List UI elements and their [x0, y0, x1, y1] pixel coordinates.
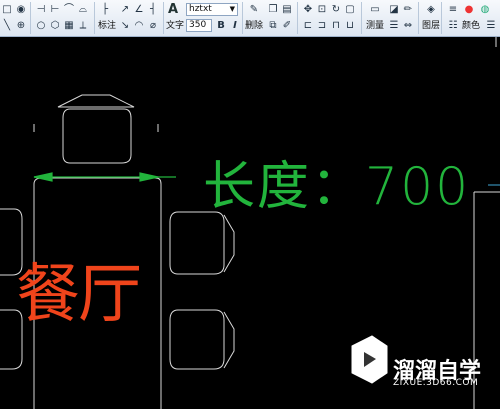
paste-icon[interactable]: ▤	[280, 3, 294, 16]
view-icon[interactable]: ◉	[14, 3, 28, 16]
ribbon-toolbar: □ ◉ ╲ ⊕ ⊣ ⊢ ⌒ ⌓ ○ ⬡ ▦ ⟂ ├ ↗ ∠ ┤ 标注 ↘ ◠ ⌀…	[0, 0, 500, 37]
chair-right-top	[169, 211, 225, 275]
watermark-url: ZIXUE.3D66.COM	[393, 378, 479, 388]
rectangle-tool-icon[interactable]: □	[0, 3, 14, 16]
text-size-value: 350	[189, 20, 207, 30]
dim-angular-icon[interactable]: ∠	[132, 3, 146, 16]
pencil-icon[interactable]: ✏	[401, 3, 415, 16]
fillet-icon[interactable]: ⌓	[76, 3, 90, 16]
extend-icon[interactable]: ⊢	[48, 3, 62, 16]
erase-icon[interactable]: ✎	[247, 3, 261, 16]
list-icon[interactable]: ☰	[387, 19, 401, 32]
text-label: 文字	[166, 21, 185, 31]
color-wheel-icon[interactable]: ●	[462, 3, 476, 16]
dim-diameter-icon[interactable]: ⌀	[146, 19, 160, 32]
stretch-icon[interactable]: ⊏	[301, 19, 315, 32]
chair-top-back	[57, 94, 135, 108]
color-label: 颜色	[462, 21, 481, 31]
dim-arrow-right	[139, 172, 159, 182]
chair-top	[62, 108, 132, 164]
chair-right-bottom-back	[223, 311, 235, 369]
offset-icon[interactable]: ⊐	[315, 19, 329, 32]
copy-clip-icon[interactable]: ⧉	[266, 19, 280, 32]
dim-radius-icon[interactable]: ◠	[132, 19, 146, 32]
dim-label: 标注	[98, 21, 117, 31]
linewidth-icon[interactable]: ☰	[484, 19, 498, 32]
zoom-icon[interactable]: ⊕	[14, 19, 28, 32]
copy-icon[interactable]: ❐	[266, 3, 280, 16]
arc-icon[interactable]: ⌒	[62, 3, 76, 16]
linetype-icon[interactable]: ☷	[446, 19, 460, 32]
properties-icon[interactable]: ≡	[446, 3, 460, 16]
trim-icon[interactable]: ⊣	[34, 3, 48, 16]
chair-right-bottom	[169, 309, 225, 370]
line-tool-icon[interactable]: ╲	[0, 19, 14, 32]
bold-button[interactable]: B	[214, 19, 228, 32]
mirror-icon[interactable]: ⟂	[76, 19, 90, 32]
dimension-text: 长度：700	[203, 157, 471, 217]
dim-baseline-icon[interactable]: ┤	[146, 3, 160, 16]
italic-button[interactable]: I	[228, 19, 242, 32]
area-icon[interactable]: ◪	[387, 3, 401, 16]
measure-icon[interactable]: ▭	[367, 3, 383, 16]
globe-icon[interactable]: ◍	[478, 3, 492, 16]
chevron-down-icon: ▼	[229, 5, 235, 13]
chair-right-top-back	[223, 214, 235, 273]
distance-icon[interactable]: ⇔	[401, 19, 415, 32]
rotate-icon[interactable]: ↻	[329, 3, 343, 16]
dim-arrow-left	[33, 172, 53, 182]
text-tool-icon[interactable]: A	[168, 3, 178, 16]
layer-label: 图层	[422, 21, 441, 31]
circle-icon[interactable]: ○	[34, 19, 48, 32]
scale-icon[interactable]: ⊡	[315, 3, 329, 16]
join-icon[interactable]: ⊔	[343, 19, 357, 32]
polygon-icon[interactable]: ⬡	[48, 19, 62, 32]
font-select[interactable]: hztxt ▼	[186, 3, 238, 16]
dimension-line	[33, 172, 176, 182]
dim-ordinate-icon[interactable]: ↘	[118, 19, 132, 32]
drawing-canvas[interactable]: 长度：700 餐厅 溜溜自学 ZIXUE.3D66.COM	[0, 37, 500, 409]
match-prop-icon[interactable]: ✐	[280, 19, 294, 32]
delete-label: 删除	[245, 21, 264, 31]
break-icon[interactable]: ⊓	[329, 19, 343, 32]
room-label: 餐厅	[16, 258, 142, 332]
layer-icon[interactable]: ◈	[424, 3, 438, 16]
array-icon[interactable]: ▢	[343, 3, 357, 16]
hatch-icon[interactable]: ▦	[62, 19, 76, 32]
dim-linear-icon[interactable]: ├	[98, 3, 112, 16]
dim-aligned-icon[interactable]: ↗	[118, 3, 132, 16]
move-icon[interactable]: ✥	[301, 3, 315, 16]
font-select-value: hztxt	[189, 4, 212, 14]
text-size-select[interactable]: 350	[186, 19, 212, 32]
measure-label: 测量	[366, 21, 385, 31]
